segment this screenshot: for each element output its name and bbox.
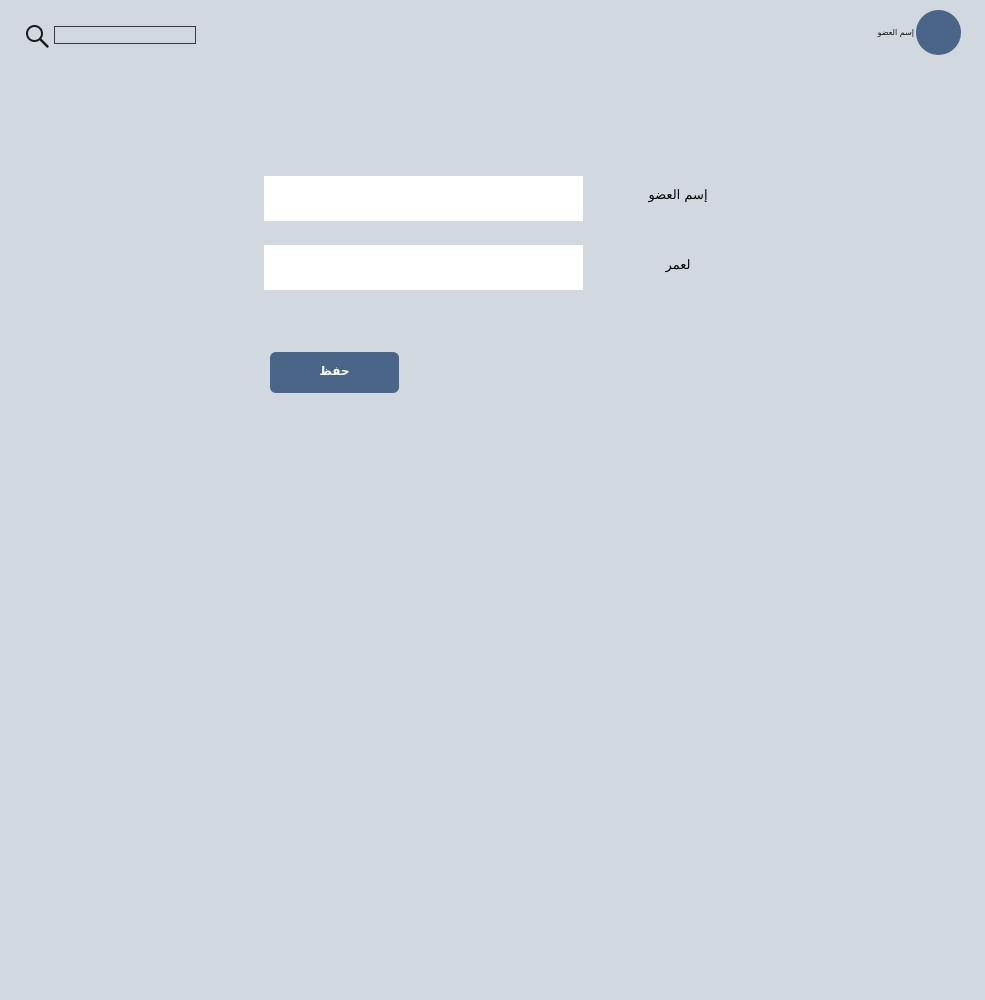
- save-button[interactable]: حفظ: [270, 352, 399, 393]
- user-name: إسم العضو: [877, 28, 914, 37]
- member-name-input[interactable]: [264, 176, 583, 221]
- age-label: لعمر: [665, 258, 691, 273]
- member-name-label: إسم العضو: [648, 188, 708, 203]
- search-input[interactable]: [54, 26, 196, 44]
- age-input[interactable]: [264, 245, 583, 290]
- avatar[interactable]: [916, 10, 961, 55]
- search-icon: [26, 25, 49, 48]
- search-button[interactable]: [24, 23, 50, 49]
